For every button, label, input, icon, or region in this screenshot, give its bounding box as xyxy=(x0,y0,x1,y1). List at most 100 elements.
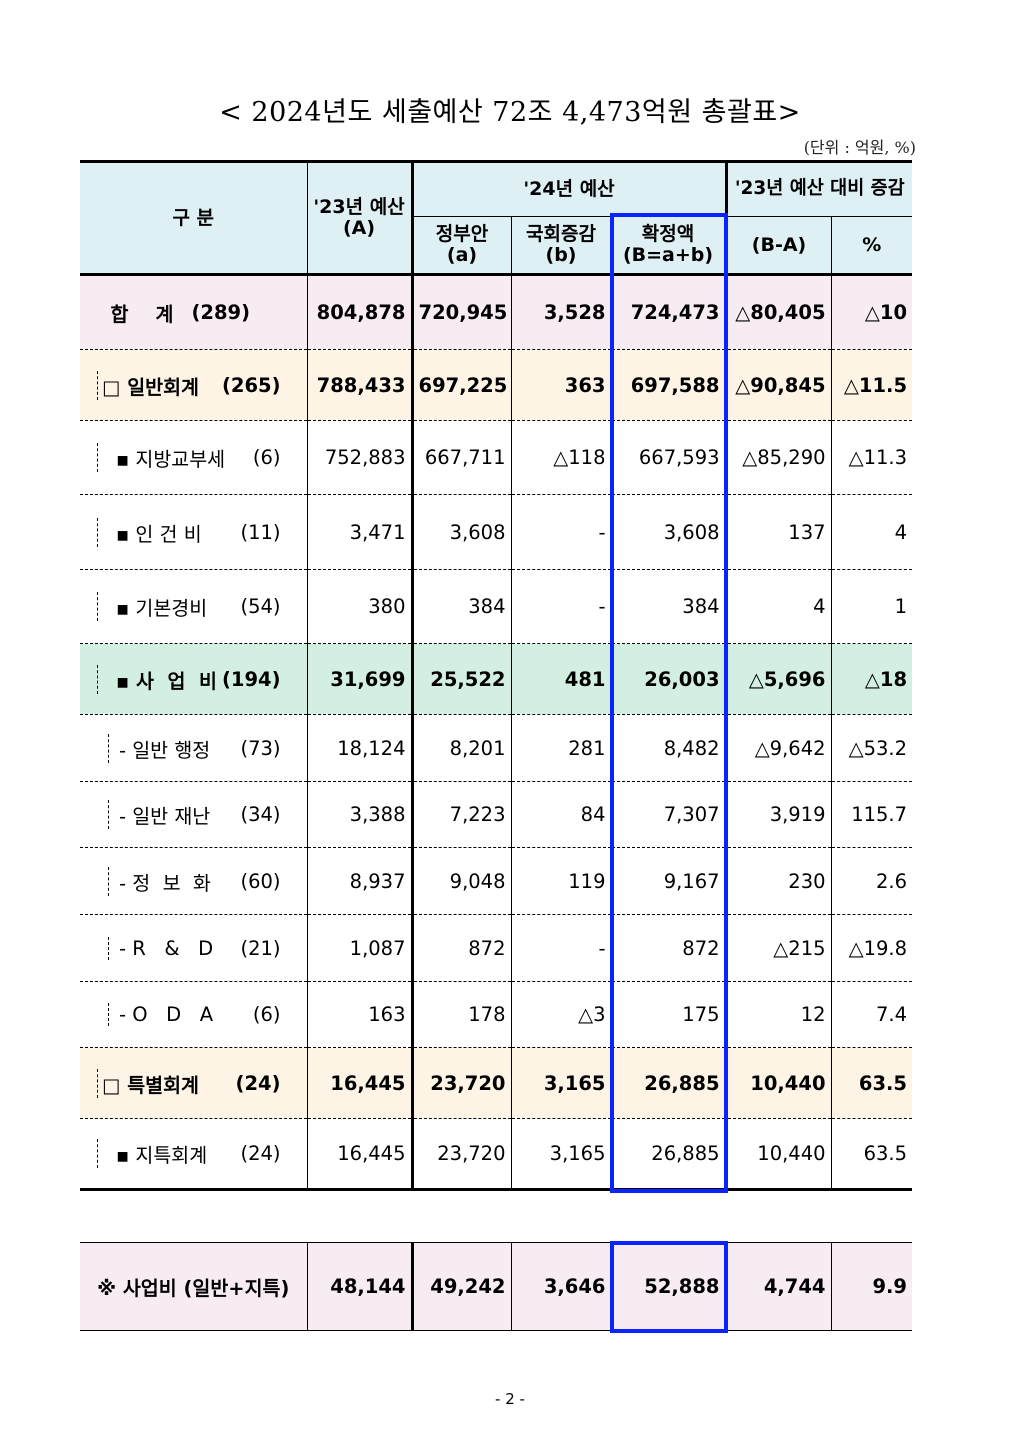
table-row: ▪ 사 업 비 (194) 31,699 25,522 481 26,003 △5,696 △… xyxy=(80,643,913,715)
row-count: (54) xyxy=(240,595,281,618)
row-gov: 25,522 xyxy=(410,643,511,715)
row-final: 697,588 xyxy=(610,349,727,421)
row-final: 26,885 xyxy=(610,1047,727,1119)
row-gov: 9,048 xyxy=(410,847,511,915)
row-diff: △80,405 xyxy=(724,273,832,350)
row-assembly: 84 xyxy=(510,781,611,848)
row-diff: △85,290 xyxy=(724,420,832,495)
row-prev: 1,087 xyxy=(306,914,412,982)
row-diff: 12 xyxy=(724,981,832,1048)
row-label: ▪ 지방교부세 xyxy=(116,448,226,471)
row-assembly: 3,528 xyxy=(510,273,611,350)
row-pct: 2.6 xyxy=(830,847,913,915)
row-gov: 23,720 xyxy=(410,1118,511,1190)
row-pct: △11.5 xyxy=(830,349,913,421)
row-diff: 4 xyxy=(724,569,832,644)
summary-pct: 9.9 xyxy=(830,1242,912,1331)
row-pct: △18 xyxy=(830,643,913,715)
row-assembly: △118 xyxy=(510,420,611,495)
header-pct: % xyxy=(830,216,913,275)
row-count: (21) xyxy=(240,936,281,960)
page-number: - 2 - xyxy=(495,1390,525,1408)
row-diff: 10,440 xyxy=(724,1047,832,1119)
table-row: ▪ 지방교부세 (6) 752,883 667,711 △118 667,593 △85,2… xyxy=(80,420,913,495)
header-gov-sub: (a) xyxy=(446,244,478,266)
row-gov: 178 xyxy=(410,981,511,1048)
row-diff: △9,642 xyxy=(724,714,832,782)
row-final: 384 xyxy=(610,569,727,644)
row-pct: 63.5 xyxy=(830,1047,913,1119)
row-count: (11) xyxy=(240,520,281,544)
row-label-cell: ▪ 기본경비 (54) xyxy=(80,569,307,644)
row-assembly: 281 xyxy=(510,714,611,782)
row-prev: 752,883 xyxy=(306,420,412,495)
row-diff: △215 xyxy=(724,914,832,982)
row-gov: 7,223 xyxy=(410,781,511,848)
header-assembly-label: 국회증감 xyxy=(526,223,596,246)
table-row: ▪ 지특회계 (24) 16,445 23,720 3,165 26,885 10,440 6… xyxy=(80,1118,913,1190)
row-assembly: 119 xyxy=(510,847,611,915)
table-row: - 정 보 화 (60) 8,937 9,048 119 9,167 230 2.6 xyxy=(80,847,913,915)
header-final-sub: (B=a+b) xyxy=(622,244,714,266)
row-label-cell: ▪ 지방교부세 (6) xyxy=(80,420,307,495)
row-count: (73) xyxy=(240,736,281,760)
table-row: - 일반 행정 (73) 18,124 8,201 281 8,482 △9,642 △53.… xyxy=(80,714,913,782)
row-count: (6) xyxy=(252,1003,281,1026)
row-pct: 63.5 xyxy=(830,1118,913,1190)
row-assembly: - xyxy=(510,914,611,982)
row-final: 175 xyxy=(610,981,727,1048)
row-final: 872 xyxy=(610,914,727,982)
row-label: ▪ 지특회계 xyxy=(116,1144,208,1167)
row-prev: 8,937 xyxy=(306,847,412,915)
row-count: (194) xyxy=(221,667,281,691)
row-final: 3,608 xyxy=(610,494,727,570)
summary-table: ※ 사업비 (일반+지특) 48,144 49,242 3,646 52,888… xyxy=(80,1242,912,1331)
row-pct: 7.4 xyxy=(830,981,913,1048)
row-prev: 3,471 xyxy=(306,494,412,570)
row-pct: 115.7 xyxy=(830,781,913,848)
table-row: 합 계 (289) 804,878 720,945 3,528 724,473 △80,40… xyxy=(80,273,913,350)
row-assembly: 363 xyxy=(510,349,611,421)
table-row: - O D A (6) 163 178 △3 175 12 7.4 xyxy=(80,981,913,1048)
row-label: - 정 보 화 xyxy=(119,871,211,895)
row-assembly: - xyxy=(510,494,611,570)
row-label-cell: - 정 보 화 (60) xyxy=(80,847,307,915)
row-final: 7,307 xyxy=(610,781,727,848)
row-prev: 380 xyxy=(306,569,412,644)
row-final: 9,167 xyxy=(610,847,727,915)
row-gov: 3,608 xyxy=(410,494,511,570)
header-category: 구 분 xyxy=(80,161,307,275)
row-label-cell: ▪ 인 건 비 (11) xyxy=(80,494,307,570)
row-label-cell: ▪ 사 업 비 (194) xyxy=(80,643,307,715)
row-diff: 3,919 xyxy=(724,781,832,848)
header-assembly: 국회증감 (b) xyxy=(510,216,611,275)
row-label-cell: - R & D (21) xyxy=(80,914,307,982)
row-gov: 23,720 xyxy=(410,1047,511,1119)
row-assembly: - xyxy=(510,569,611,644)
unit-note: (단위 : 억원, %) xyxy=(803,138,916,157)
row-label: □ 특별회계 xyxy=(102,1073,199,1097)
row-final: 26,003 xyxy=(610,643,727,715)
row-label: □ 일반회계 xyxy=(102,375,199,399)
row-diff: 10,440 xyxy=(724,1118,832,1190)
row-label: - 일반 행정 xyxy=(119,738,211,762)
row-label-cell: 합 계 (289) xyxy=(80,273,307,350)
header-prev-budget-label: '23년 예산 xyxy=(313,196,405,219)
header-budget-24: '24년 예산 xyxy=(410,161,727,217)
row-prev: 804,878 xyxy=(306,273,412,350)
row-pct: △11.3 xyxy=(830,420,913,495)
row-pct: 1 xyxy=(830,569,913,644)
row-count: (34) xyxy=(240,803,281,826)
row-pct: △53.2 xyxy=(830,714,913,782)
row-label-cell: □ 특별회계 (24) xyxy=(80,1047,307,1119)
row-count: (289) xyxy=(191,301,251,324)
row-pct: △19.8 xyxy=(830,914,913,982)
row-prev: 788,433 xyxy=(306,349,412,421)
row-final: 724,473 xyxy=(610,273,727,350)
header-diff: (B-A) xyxy=(724,216,832,275)
row-label-cell: - 일반 행정 (73) xyxy=(80,714,307,782)
row-prev: 16,445 xyxy=(306,1047,412,1119)
row-assembly: 3,165 xyxy=(510,1118,611,1190)
row-count: (265) xyxy=(221,373,281,397)
row-gov: 667,711 xyxy=(410,420,511,495)
